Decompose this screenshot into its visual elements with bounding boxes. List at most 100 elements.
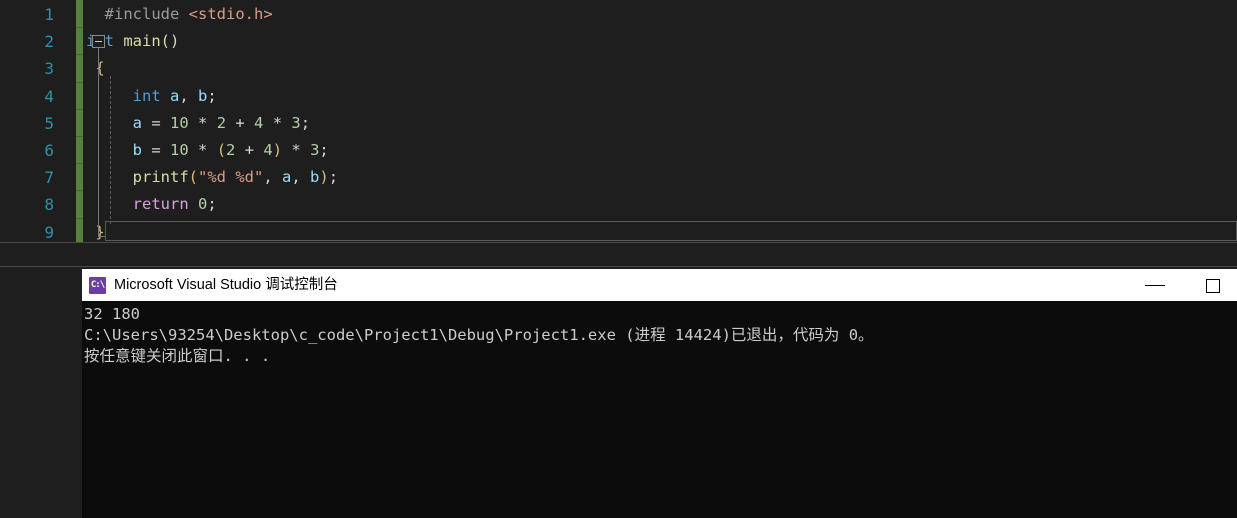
maximize-button[interactable]	[1190, 269, 1236, 301]
code-token: ;	[207, 86, 217, 105]
code-token: ,	[263, 168, 283, 187]
code-token: ,	[291, 168, 311, 187]
code-token: ;	[319, 141, 329, 159]
line-number-gutter: 1 2 3 4 5 6 7 8 9	[0, 0, 72, 268]
code-token: 0	[198, 195, 208, 214]
change-indicator-bar	[76, 0, 83, 250]
code-token: main	[123, 32, 161, 51]
code-token: 4	[263, 141, 273, 159]
line-number: 3	[44, 59, 54, 79]
change-bar-segment	[76, 218, 83, 219]
code-line[interactable]: printf("%d %d", a, b);	[86, 168, 338, 186]
code-token: 3	[310, 141, 320, 159]
code-token: =	[142, 141, 171, 159]
code-line[interactable]: a = 10 * 2 + 4 * 3;	[86, 114, 310, 132]
console-app-icon: C:\	[89, 277, 106, 294]
code-token: 3	[291, 113, 301, 132]
line-number: 6	[44, 141, 54, 160]
code-editor-pane[interactable]: 123456789 #include <stdio.h>int main() {…	[0, 0, 1237, 268]
code-token: )	[272, 141, 283, 159]
line-number: 8	[44, 195, 54, 215]
console-output-line: 按任意键关闭此窗口. . .	[84, 347, 271, 365]
indent-guide	[110, 76, 111, 224]
code-text-area[interactable]: #include <stdio.h>int main() { int a, b;…	[86, 0, 1237, 250]
change-bar-segment	[76, 27, 83, 28]
code-token: *	[282, 141, 311, 159]
minimize-icon	[1145, 285, 1165, 286]
code-token: (	[188, 168, 199, 187]
code-token: =	[142, 113, 171, 132]
line-number: 9	[44, 222, 54, 242]
minimize-button[interactable]	[1132, 269, 1178, 301]
code-token: )	[319, 168, 329, 187]
code-token: ;	[207, 195, 217, 214]
editor-divider-bottom	[0, 266, 1237, 267]
current-line-highlight	[105, 221, 1237, 241]
code-token: +	[235, 141, 264, 159]
code-line[interactable]: b = 10 * (2 + 4) * 3;	[86, 141, 329, 159]
code-token: a	[282, 168, 292, 187]
code-token: 10	[170, 113, 189, 132]
collapse-minus-icon[interactable]	[92, 35, 105, 48]
code-token: }	[95, 222, 105, 241]
console-output-line: 32 180	[84, 305, 140, 323]
code-token: ;	[300, 113, 311, 132]
code-token: b	[198, 86, 208, 105]
line-number: 5	[44, 113, 54, 133]
code-token: *	[263, 113, 292, 132]
editor-lower-strip	[0, 243, 1237, 267]
code-token: +	[226, 113, 255, 132]
change-bar-segment	[76, 109, 83, 110]
outlining-guide-line	[98, 48, 99, 236]
code-token: "%d %d"	[198, 168, 264, 187]
console-title-text: Microsoft Visual Studio 调试控制台	[114, 277, 338, 293]
code-token: 4	[254, 113, 264, 132]
visual-studio-screen: 123456789 #include <stdio.h>int main() {…	[0, 0, 1237, 518]
code-token: *	[188, 141, 217, 159]
code-line[interactable]: #include <stdio.h>	[86, 5, 273, 23]
code-token: 10	[170, 141, 189, 159]
line-number: 7	[44, 168, 54, 188]
code-token: 2	[216, 113, 227, 132]
console-output-area[interactable]: 32 180 C:\Users\93254\Desktop\c_code\Proj…	[82, 301, 1237, 518]
change-bar-segment	[76, 82, 83, 83]
debug-console-window[interactable]: C:\ Microsoft Visual Studio 调试控制台 32 180…	[82, 269, 1237, 518]
code-token: (	[216, 141, 227, 159]
code-line[interactable]: return 0;	[86, 195, 217, 213]
change-bar-segment	[76, 190, 83, 191]
code-token: b	[310, 168, 320, 187]
console-output-line: C:\Users\93254\Desktop\c_code\Project1\D…	[84, 326, 874, 344]
maximize-icon	[1206, 279, 1220, 293]
code-token: 2	[226, 141, 236, 159]
line-number: 1	[44, 5, 54, 24]
line-number: 2	[44, 32, 54, 52]
code-token: printf	[132, 168, 189, 187]
code-token: <stdio.h>	[188, 5, 273, 23]
code-token: ,	[179, 86, 199, 105]
code-token: b	[132, 141, 143, 159]
change-bar-segment	[76, 54, 83, 55]
code-token: a	[170, 86, 180, 105]
change-bar-segment	[76, 136, 83, 137]
change-bar-segment	[76, 163, 83, 164]
code-token: {	[95, 59, 105, 78]
code-token: #include	[104, 5, 180, 23]
line-number: 4	[44, 86, 54, 106]
code-token: int	[132, 86, 161, 105]
code-token: ;	[328, 168, 339, 187]
code-token: *	[188, 113, 217, 132]
code-token: return	[132, 195, 189, 214]
code-line[interactable]: int a, b;	[86, 87, 217, 105]
code-token: a	[132, 113, 143, 132]
console-titlebar[interactable]: C:\ Microsoft Visual Studio 调试控制台	[82, 269, 1237, 301]
code-token: ()	[160, 32, 180, 51]
code-line[interactable]: {	[86, 59, 105, 78]
code-line[interactable]: }	[86, 222, 105, 241]
